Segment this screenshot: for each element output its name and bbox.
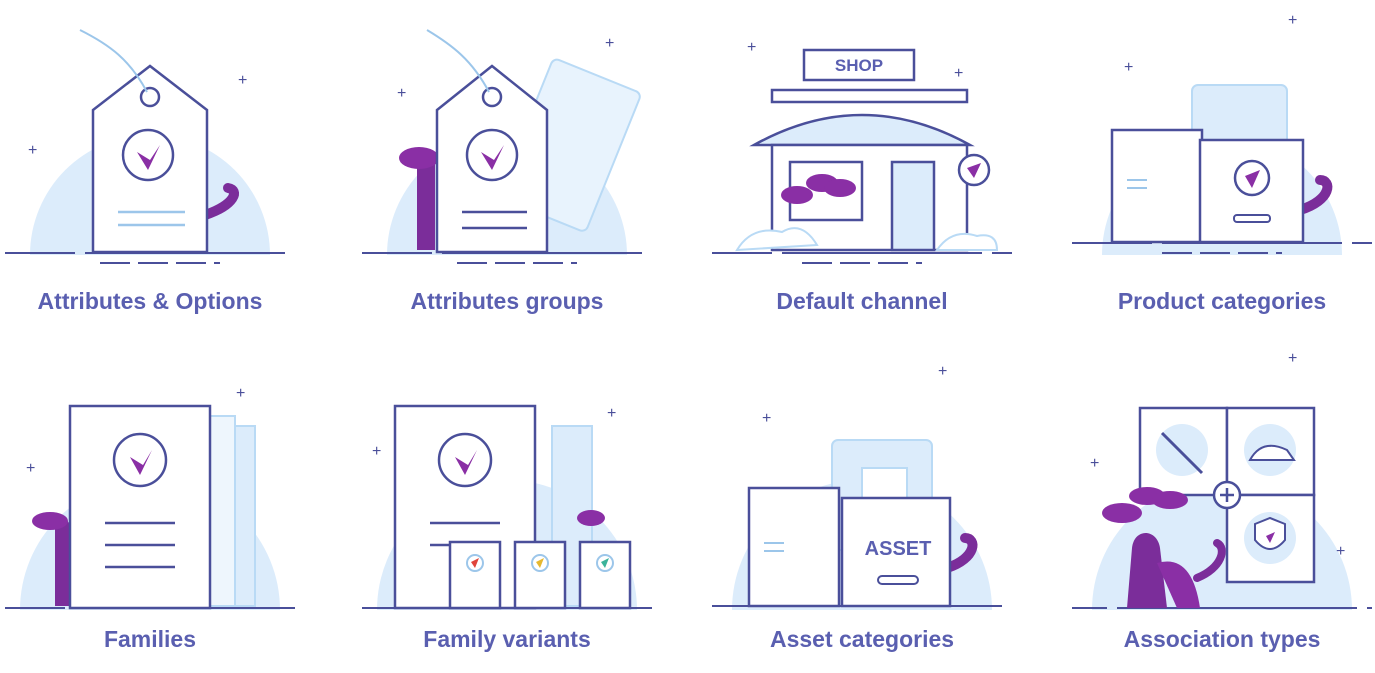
tile-families[interactable]: + + Families [0,338,300,668]
svg-text:+: + [1288,350,1297,367]
svg-text:+: + [1288,12,1297,29]
svg-text:+: + [238,72,247,89]
tile-asset-categories[interactable]: ASSET + + Asset categories [712,338,1012,668]
svg-text:+: + [605,35,614,52]
association-grid-icon: + + + [1072,350,1372,610]
svg-text:+: + [236,385,245,402]
shop-icon: SHOP + + [712,39,1012,264]
tile-default-channel[interactable]: SHOP + + Default channel [712,0,1012,330]
svg-text:+: + [938,363,947,380]
tag-stack-icon: + + [362,29,652,264]
folder-drawer-icon: + + [1072,12,1372,255]
tile-family-variants[interactable]: + + Family variants [357,338,657,668]
tile-label: Attributes groups [410,288,604,314]
svg-text:+: + [28,142,37,159]
settings-tiles-grid: + + Attributes & Options + + Attributes … [0,0,1375,673]
tile-product-categories[interactable]: + + Product categories [1072,0,1372,330]
tile-attributes-groups[interactable]: + + Attributes groups [357,0,657,330]
tile-label: Asset categories [769,626,955,652]
svg-text:+: + [607,405,616,422]
tile-association-types[interactable]: + + + Association types [1072,338,1372,668]
tile-label: Families [103,626,197,652]
svg-text:+: + [372,443,381,460]
tile-label: Default channel [776,288,948,314]
asset-sign: ASSET [865,538,932,560]
tile-label: Product categories [1117,288,1327,314]
svg-text:+: + [1336,543,1345,560]
svg-text:+: + [747,39,756,56]
tag-icon: + + [5,29,295,264]
asset-drawer-icon: ASSET + + [712,363,1012,610]
tile-label: Attributes & Options [37,288,263,314]
svg-text:+: + [1124,59,1133,76]
svg-text:+: + [954,65,963,82]
tile-label: Association types [1123,626,1321,652]
document-stack-icon: + + [5,385,295,610]
variant-cards-icon: + + [362,404,652,610]
svg-text:+: + [1090,455,1099,472]
shop-sign: SHOP [835,56,883,75]
svg-text:+: + [26,460,35,477]
tile-label: Family variants [423,626,591,652]
svg-text:+: + [397,85,406,102]
tile-attributes-options[interactable]: + + Attributes & Options [0,0,300,330]
svg-text:+: + [762,410,771,427]
